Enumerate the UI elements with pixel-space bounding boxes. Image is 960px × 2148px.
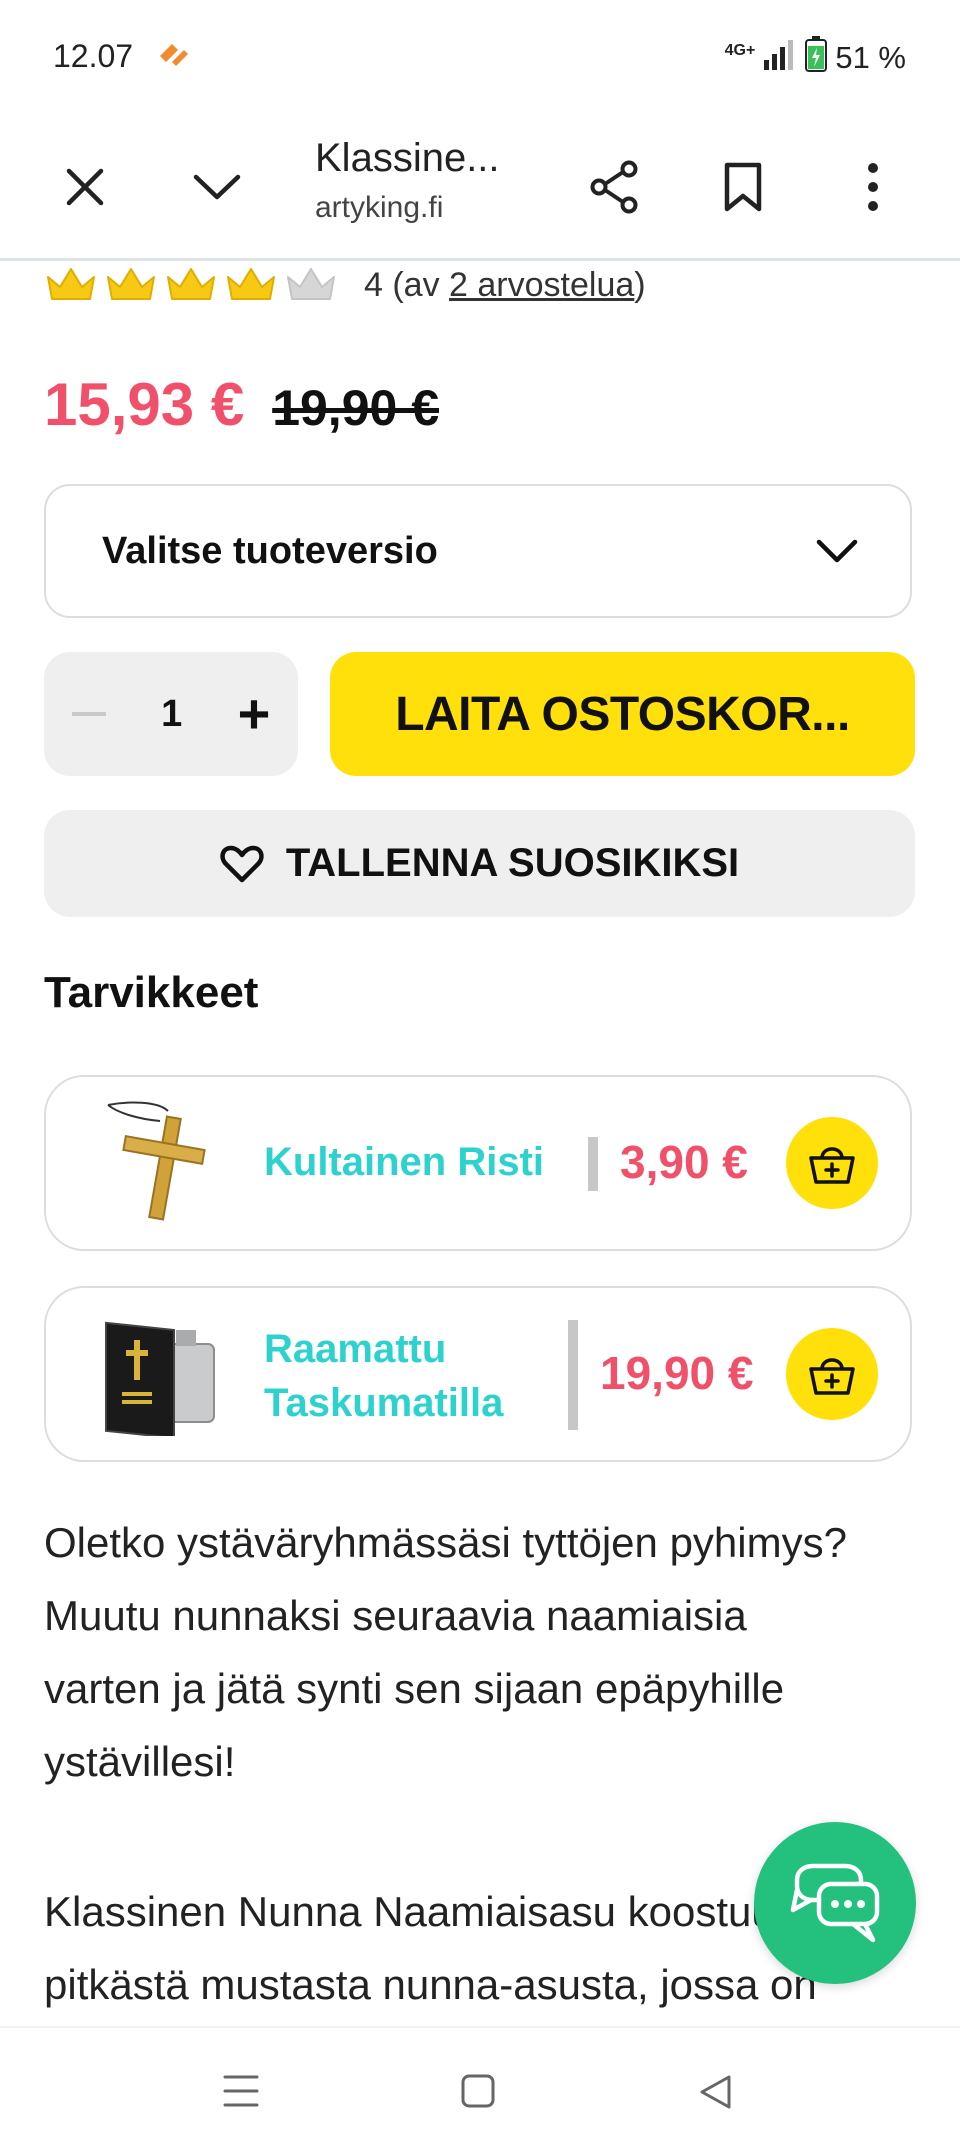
chevron-down-icon [816,539,858,563]
nav-home-icon [461,2074,495,2108]
status-time: 12.07 [53,38,134,74]
quantity-decrease-button[interactable] [71,712,106,716]
accessory-price: 3,90 € [620,1136,748,1188]
battery-level: 51 % [835,40,906,75]
share-button[interactable] [572,116,656,258]
close-icon [66,168,104,206]
status-bar: 12.07 4G+ 51 % [0,0,960,116]
divider [588,1137,598,1191]
nav-menu-icon [223,2075,259,2107]
variant-select[interactable]: Valitse tuoteversio [44,484,912,618]
more-vert-icon [868,163,878,211]
accessory-name[interactable]: Kultainen Risti [264,1135,544,1189]
nav-back-button[interactable] [697,2073,733,2116]
save-favorite-label: TALLENNA SUOSIKIKSI [285,841,740,885]
accessories-title: Tarvikkeet [44,968,259,1017]
add-accessory-button[interactable] [786,1328,878,1420]
divider [568,1320,578,1430]
network-label: 4G+ [724,42,756,59]
nav-back-icon [700,2075,731,2109]
accessory-name-line1: Raamattu [264,1327,447,1371]
browser-toolbar: Klassine... artyking.fi [0,116,960,261]
variant-select-label: Valitse tuoteversio [102,529,438,572]
battery-icon [805,36,828,80]
chevron-down-icon [193,174,241,200]
accessory-card[interactable]: Kultainen Risti 3,90 € [44,1075,912,1251]
save-favorite-button[interactable]: TALLENNA SUOSIKIKSI [44,810,915,917]
accessory-name[interactable]: Raamattu Taskumatilla [264,1322,503,1430]
nav-menu-button[interactable] [222,2073,260,2114]
crown-icon [287,268,335,300]
crown-icon [107,268,155,300]
chat-icon [790,1863,880,1943]
add-accessory-button[interactable] [786,1117,878,1209]
rating-text: 4 (av 2 arvostelua) [364,266,646,305]
crown-icon [47,268,95,300]
cross-image [98,1099,228,1225]
page-title-block[interactable]: Klassine... artyking.fi [315,136,555,225]
app-notification-icon [158,40,190,73]
basket-add-icon [809,1358,855,1395]
nav-home-button[interactable] [460,2073,496,2114]
close-button[interactable] [45,116,125,258]
price-block: 15,93 € 19,90 € [44,370,439,439]
quantity-stepper: 1 + [44,652,298,776]
add-to-cart-button[interactable]: LAITA OSTOSKOR... [330,652,915,776]
crown-icon [227,268,275,300]
chat-button[interactable] [754,1822,916,1984]
rating-suffix: ) [634,265,646,304]
original-price: 19,90 € [272,380,440,436]
bookmark-button[interactable] [703,116,783,258]
reviews-link[interactable]: 2 arvostelua [449,266,634,304]
current-price: 15,93 € [44,371,245,438]
heart-icon [220,845,264,882]
share-icon [590,160,638,214]
basket-add-icon [809,1147,855,1184]
system-nav-bar [0,2026,960,2148]
rating-crowns [44,265,338,305]
status-right: 4G+ 51 % [725,36,906,80]
bible-flask-image [98,1316,228,1442]
accessory-price: 19,90 € [600,1347,754,1399]
page-title: Klassine... [315,136,500,180]
rating-prefix: 4 (av [364,265,450,304]
page-url: artyking.fi [315,191,444,224]
more-button[interactable] [833,116,913,258]
crown-icon [167,268,215,300]
description-paragraph: Oletko ystäväryhmässäsi tyttöjen pyhimys… [44,1519,847,1785]
quantity-increase-button[interactable]: + [238,686,271,742]
product-rating: 4 (av 2 arvostelua) [44,265,646,305]
tab-switcher-button[interactable] [177,116,257,258]
signal-icon [763,38,797,78]
quantity-value[interactable]: 1 [161,693,182,736]
accessory-name-line2: Taskumatilla [264,1381,504,1425]
accessory-card[interactable]: Raamattu Taskumatilla 19,90 € [44,1286,912,1462]
bookmark-icon [724,162,762,212]
